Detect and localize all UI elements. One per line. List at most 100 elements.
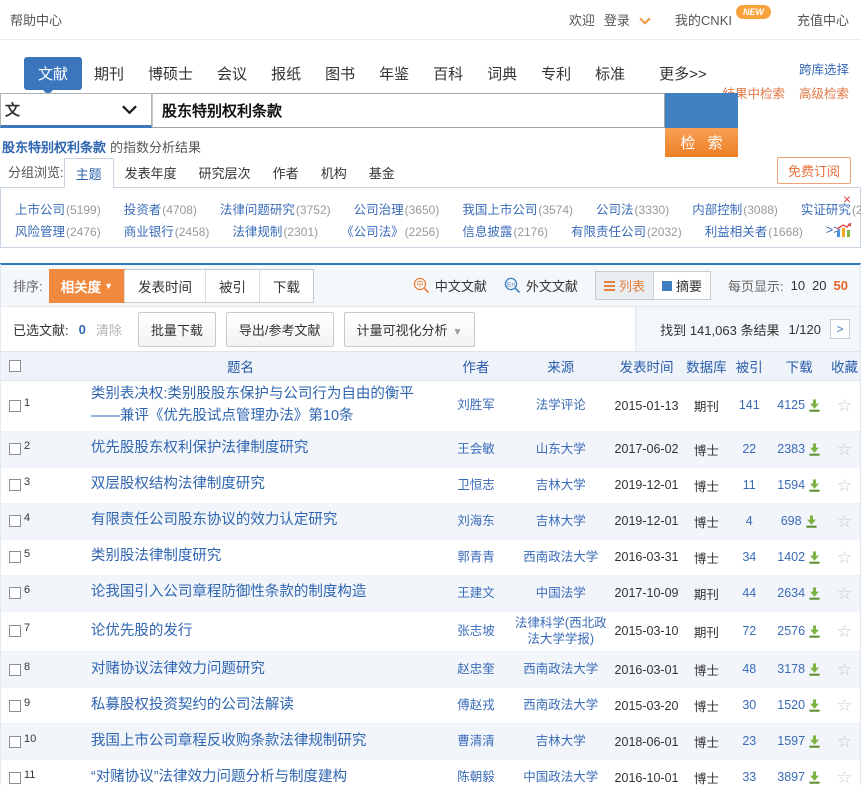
- favorite-star-icon[interactable]: ☆: [837, 622, 852, 641]
- topic-tag[interactable]: 我国上市公司(3574): [462, 199, 573, 218]
- col-header-source[interactable]: 来源: [512, 356, 610, 376]
- row-checkbox[interactable]: [9, 479, 21, 491]
- nav-tab-百科[interactable]: 百科: [421, 57, 475, 90]
- col-header-title[interactable]: 题名: [51, 356, 440, 376]
- author-link[interactable]: 刘海东: [457, 513, 495, 530]
- foreign-literature-toggle[interactable]: En 外文文献: [504, 276, 578, 295]
- source-link[interactable]: 西南政法大学: [523, 661, 598, 678]
- topic-tag[interactable]: 投资者(4708): [124, 199, 197, 218]
- source-link[interactable]: 西南政法大学: [523, 549, 598, 566]
- download-icon[interactable]: [808, 443, 821, 456]
- result-title-link[interactable]: 类别表决权:类别股股东保护与公司行为自由的衡平——兼评《优先股试点管理办法》第1…: [91, 384, 430, 428]
- download-count-link[interactable]: 2383: [777, 441, 805, 458]
- cited-count-link[interactable]: 34: [742, 549, 756, 566]
- col-header-date[interactable]: 发表时间: [610, 356, 684, 376]
- cited-count-link[interactable]: 11: [743, 477, 756, 494]
- source-link[interactable]: 法律科学(西北政法大学学报): [512, 615, 610, 649]
- nav-more-link[interactable]: 更多>>: [659, 63, 707, 84]
- source-link[interactable]: 吉林大学: [536, 477, 586, 494]
- download-count-link[interactable]: 1402: [777, 549, 805, 566]
- result-title-link[interactable]: 我国上市公司章程反收购条款法律规制研究: [91, 731, 430, 753]
- search-blue-block[interactable]: [665, 93, 738, 128]
- cited-count-link[interactable]: 72: [742, 623, 756, 640]
- free-subscribe-button[interactable]: 免费订阅: [777, 157, 851, 184]
- topic-tag[interactable]: 上市公司(5199): [15, 199, 101, 218]
- favorite-star-icon[interactable]: ☆: [837, 512, 852, 531]
- author-link[interactable]: 张志坡: [457, 623, 495, 640]
- download-icon[interactable]: [805, 515, 818, 528]
- download-count-link[interactable]: 3178: [777, 661, 805, 678]
- result-title-link[interactable]: 类别股法律制度研究: [91, 546, 430, 568]
- nav-tab-图书[interactable]: 图书: [313, 57, 367, 90]
- author-link[interactable]: 傅赵戎: [457, 697, 495, 714]
- favorite-star-icon[interactable]: ☆: [837, 396, 852, 415]
- topic-tag[interactable]: 法律问题研究(3752): [220, 199, 331, 218]
- download-icon[interactable]: [808, 479, 821, 492]
- cited-count-link[interactable]: 4: [746, 513, 753, 530]
- author-link[interactable]: 王会敏: [457, 441, 495, 458]
- col-header-cited[interactable]: 被引: [729, 356, 769, 376]
- row-checkbox[interactable]: [9, 664, 21, 676]
- recharge-center-link[interactable]: 充值中心: [797, 10, 849, 29]
- result-title-link[interactable]: 优先股股东权利保护法律制度研究: [91, 438, 430, 460]
- result-title-link[interactable]: 私募股权投资契约的公司法解读: [91, 695, 430, 717]
- author-link[interactable]: 刘胜军: [457, 397, 495, 414]
- topic-tag[interactable]: 公司法(3330): [596, 199, 669, 218]
- download-icon[interactable]: [808, 551, 821, 564]
- row-checkbox[interactable]: [9, 736, 21, 748]
- row-checkbox[interactable]: [9, 551, 21, 563]
- row-checkbox[interactable]: [9, 400, 21, 412]
- group-tab-发表年度[interactable]: 发表年度: [114, 158, 188, 187]
- cited-count-link[interactable]: 33: [742, 769, 756, 785]
- result-title-link[interactable]: 双层股权结构法律制度研究: [91, 474, 430, 496]
- nav-tab-年鉴[interactable]: 年鉴: [367, 57, 421, 90]
- cited-count-link[interactable]: 48: [742, 661, 756, 678]
- col-header-favorite[interactable]: 收藏: [829, 356, 860, 376]
- author-link[interactable]: 王建文: [457, 585, 495, 602]
- export-reference-button[interactable]: 导出/参考文献: [226, 312, 334, 347]
- download-count-link[interactable]: 1594: [777, 477, 805, 494]
- topic-tag[interactable]: 实证研究(2889): [801, 199, 861, 218]
- group-tab-主题[interactable]: 主题: [64, 158, 114, 188]
- my-cnki-link[interactable]: 我的CNKI: [675, 10, 732, 29]
- download-icon[interactable]: [808, 625, 821, 638]
- source-link[interactable]: 中国法学: [536, 585, 586, 602]
- favorite-star-icon[interactable]: ☆: [837, 660, 852, 679]
- group-tab-基金[interactable]: 基金: [358, 158, 406, 187]
- topic-tag[interactable]: 内部控制(3088): [692, 199, 778, 218]
- nav-tab-文献[interactable]: 文献: [24, 57, 82, 90]
- nav-tab-报纸[interactable]: 报纸: [259, 57, 313, 90]
- per-page-50[interactable]: 50: [834, 278, 848, 293]
- topic-tag[interactable]: 信息披露(2176): [462, 221, 548, 240]
- nav-tab-词典[interactable]: 词典: [475, 57, 529, 90]
- source-link[interactable]: 吉林大学: [536, 513, 586, 530]
- download-icon[interactable]: [808, 587, 821, 600]
- topic-tag[interactable]: 利益相关者(1668): [705, 221, 803, 240]
- sort-button-发表时间[interactable]: 发表时间: [124, 270, 205, 302]
- download-count-link[interactable]: 2634: [777, 585, 805, 602]
- row-checkbox[interactable]: [9, 587, 21, 599]
- cited-count-link[interactable]: 30: [742, 697, 756, 714]
- source-link[interactable]: 西南政法大学: [523, 697, 598, 714]
- download-icon[interactable]: [808, 771, 821, 784]
- close-icon[interactable]: ×: [843, 192, 851, 206]
- download-icon[interactable]: [808, 399, 821, 412]
- download-count-link[interactable]: 698: [781, 513, 802, 530]
- source-link[interactable]: 吉林大学: [536, 733, 586, 750]
- col-header-database[interactable]: 数据库: [683, 356, 729, 376]
- search-input[interactable]: [152, 93, 665, 128]
- nav-tab-专利[interactable]: 专利: [529, 57, 583, 90]
- list-view-button[interactable]: 列表: [596, 272, 653, 299]
- search-button[interactable]: 检 索: [665, 128, 738, 157]
- row-checkbox[interactable]: [9, 772, 21, 784]
- download-count-link[interactable]: 4125: [777, 397, 805, 414]
- col-header-author[interactable]: 作者: [440, 356, 512, 376]
- download-icon[interactable]: [808, 663, 821, 676]
- favorite-star-icon[interactable]: ☆: [837, 476, 852, 495]
- result-title-link[interactable]: 论我国引入公司章程防御性条款的制度构造: [91, 582, 430, 604]
- metric-analysis-button[interactable]: 计量可视化分析▼: [344, 312, 476, 347]
- sort-button-被引[interactable]: 被引: [205, 270, 259, 302]
- favorite-star-icon[interactable]: ☆: [837, 548, 852, 567]
- author-link[interactable]: 陈朝毅: [457, 769, 495, 785]
- chart-icon[interactable]: [836, 223, 852, 242]
